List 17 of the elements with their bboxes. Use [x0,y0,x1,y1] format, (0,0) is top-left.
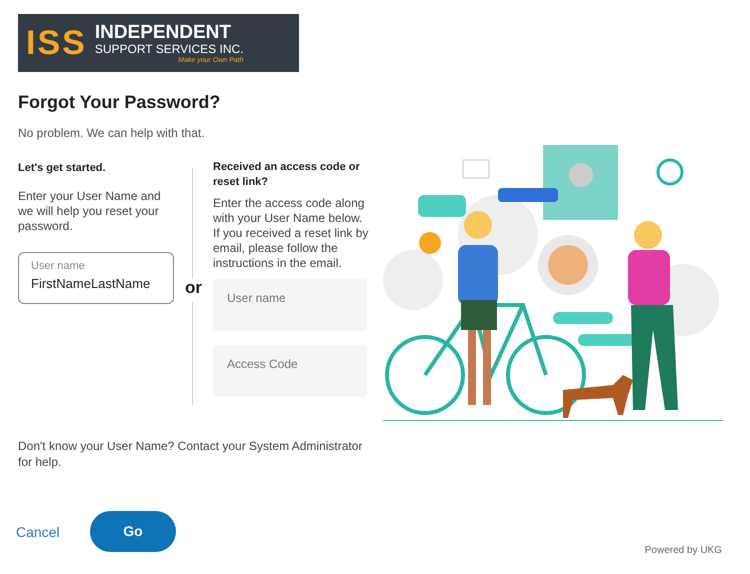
input-field[interactable]: Access Code [213,345,367,397]
help-text: Don't know your User Name? Contact your System Administrator for help. [18,438,364,470]
instruction-text: Enter the access code along with your User Name below. If you received a reset link by email, please follow the instructions in the email. [213,196,370,271]
logo-subtitle: SUPPORT SERVICES INC. [94,42,244,54]
powered-by-text: Powered by UKG [644,544,722,558]
input-field[interactable]: User name [213,279,367,331]
logo-mark: ISS [26,26,87,60]
section-heading: Let's get started. [18,161,107,176]
intro-text: No problem. We can help with that. [18,125,205,142]
page-title: Forgot Your Password? [18,91,220,114]
or-separator: or [185,277,202,299]
username-field[interactable]: User name FirstNameLastName [18,252,174,304]
go-button[interactable]: Go [90,511,176,552]
instruction-text: Enter your User Name and we will help you reset your password. [18,188,162,234]
cancel-link[interactable]: Cancel [16,522,60,543]
logo-name: INDEPENDENT [94,22,232,42]
section-heading: Received an access code or reset link? [213,160,361,190]
